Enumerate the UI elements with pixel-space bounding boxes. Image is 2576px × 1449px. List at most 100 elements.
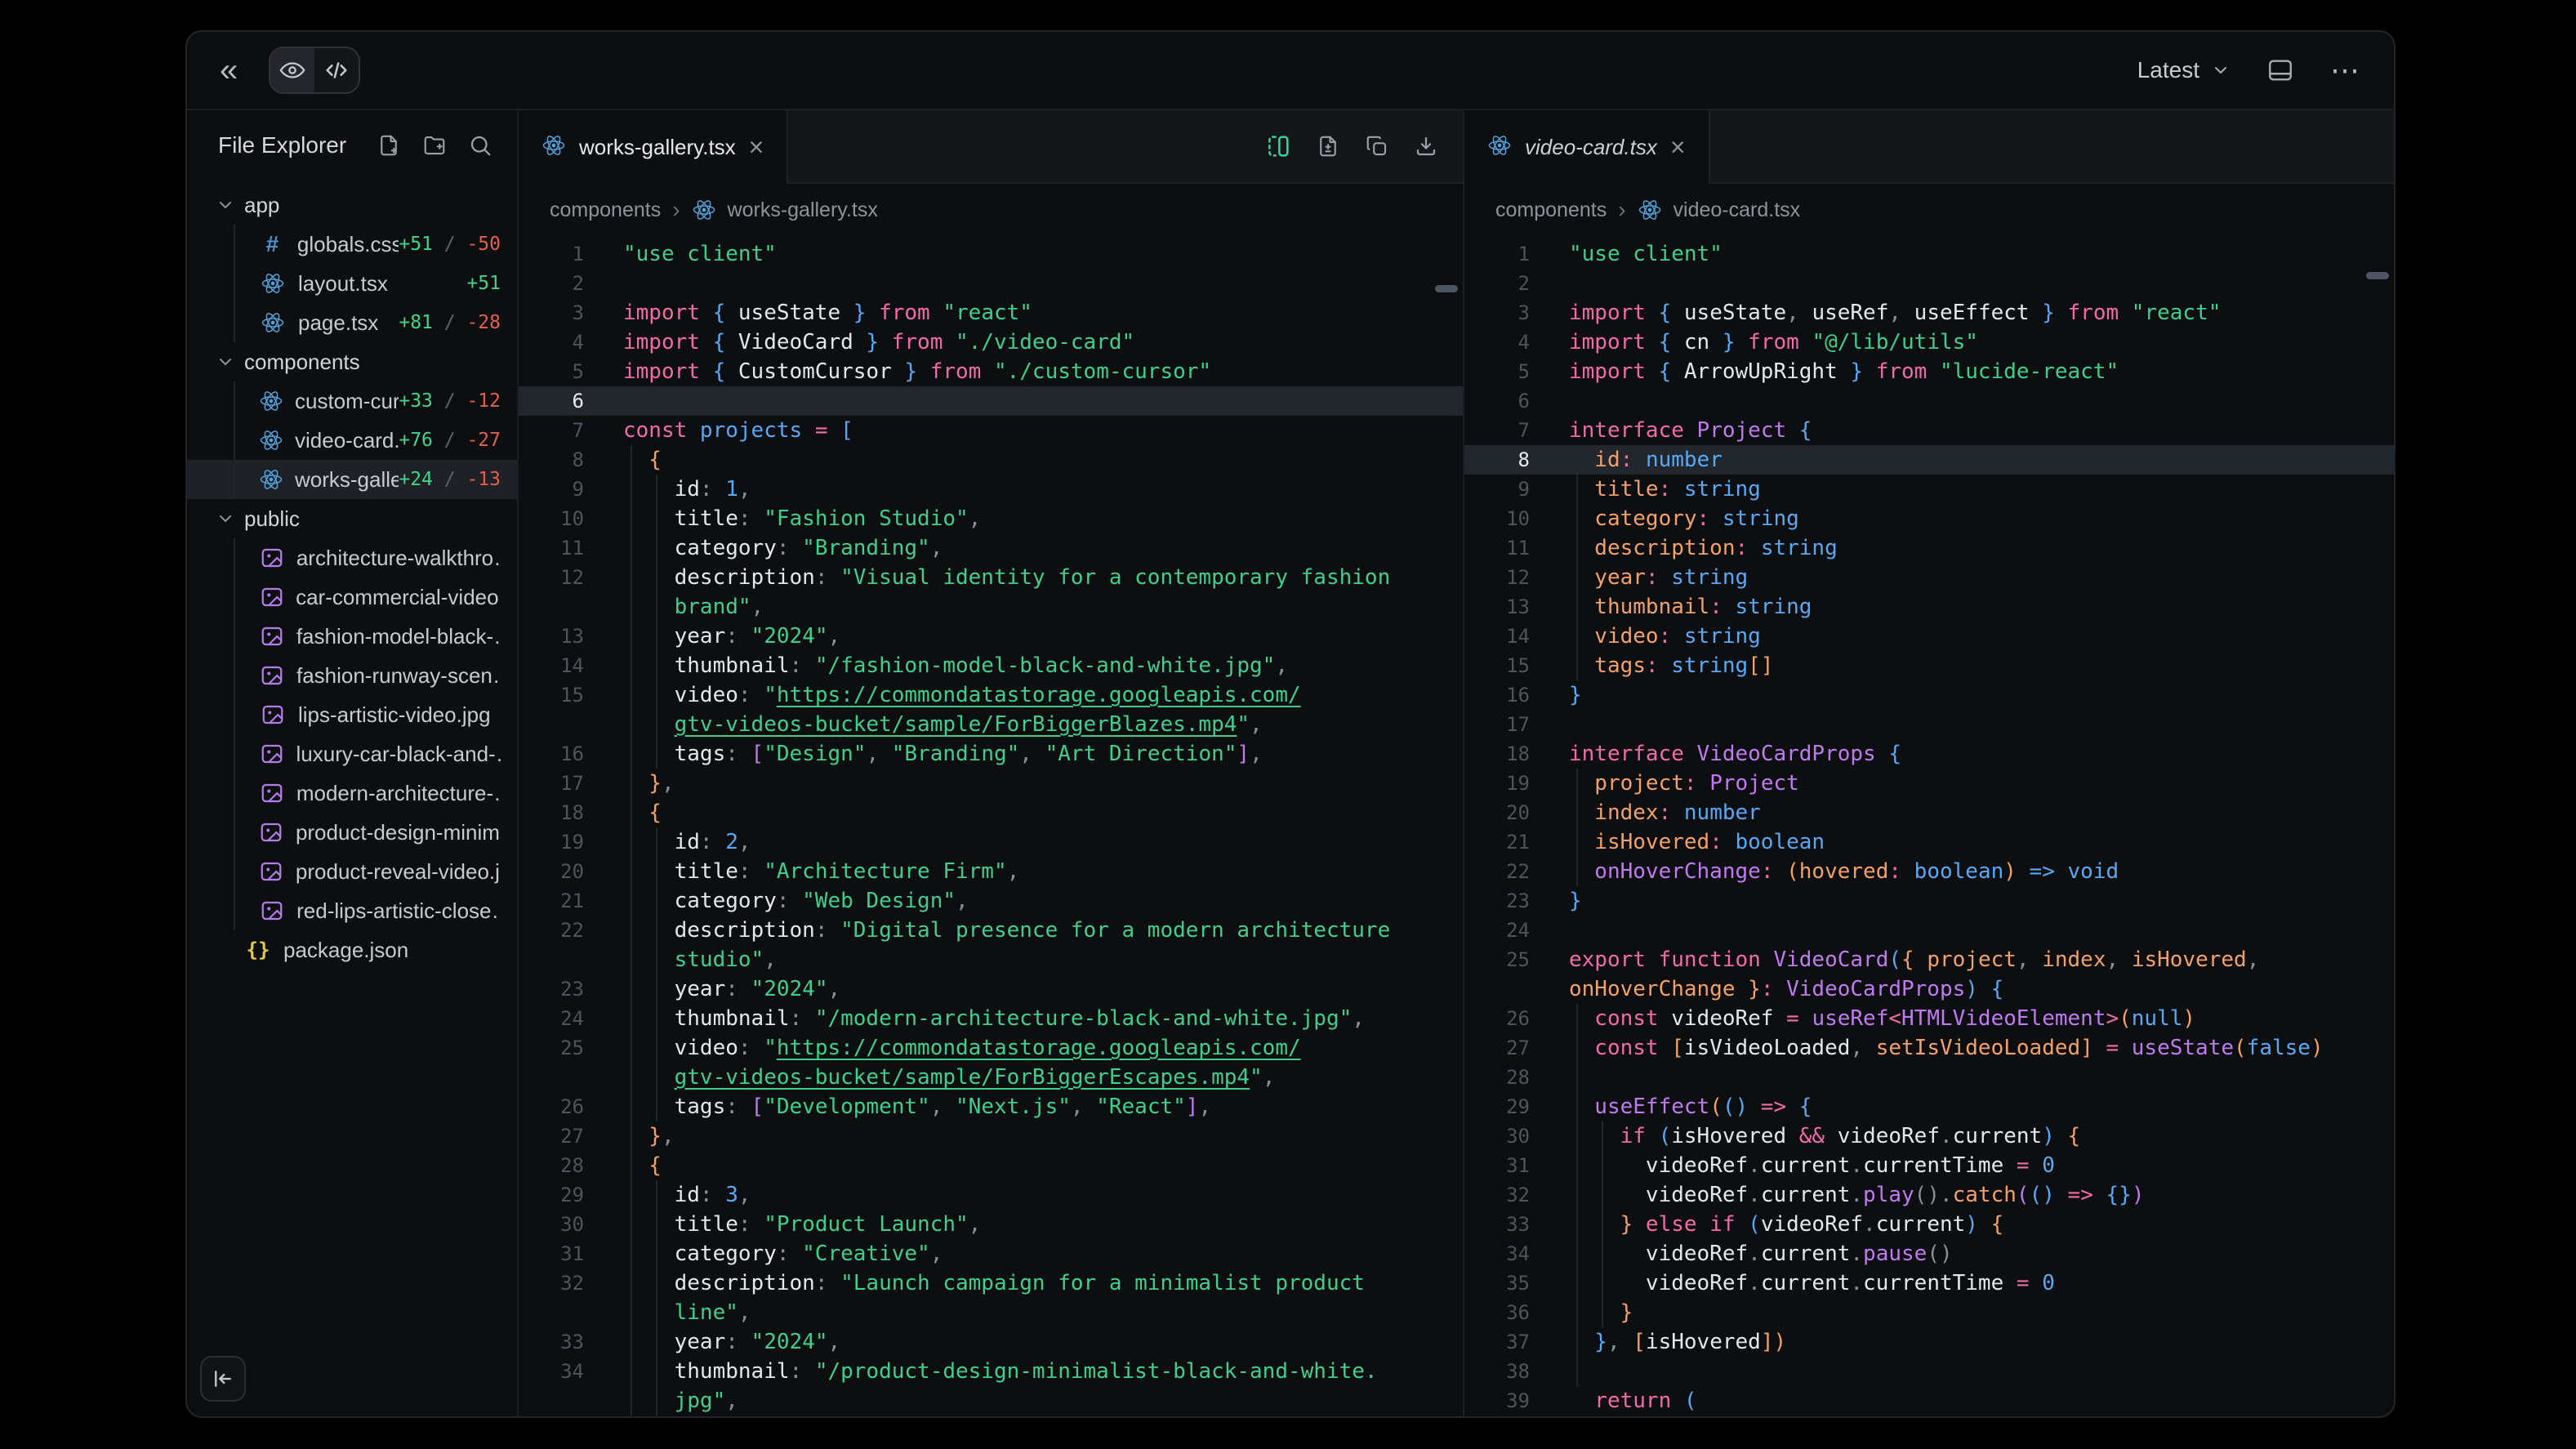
tree-file-video-card.tsx[interactable]: video-card.tsx+76 / -27 [187,421,517,460]
react-file-icon [259,271,287,296]
code-text: }, [isHovered]) [1530,1327,1786,1357]
tree-file-architecture-walkthro-[interactable]: architecture-walkthro… [187,538,517,577]
tree-file-page.tsx[interactable]: page.tsx+81 / -28 [187,303,517,342]
tree-item-label: works-galler… [295,467,399,493]
preview-eye-icon[interactable] [270,48,314,92]
code-line: 6 [1464,386,2394,416]
diff-stats: +51 [466,273,501,294]
new-file-icon[interactable] [377,133,401,158]
line-number: 8 [519,445,584,475]
collapse-panel-icon[interactable]: « [220,54,238,87]
line-number: 25 [519,1033,584,1063]
tab-actions [1265,110,1463,182]
more-options-icon[interactable]: ⋯ [2330,53,2361,87]
line-number: 23 [1464,886,1530,916]
line-number: 17 [519,769,584,798]
code-line: 7interface Project { [1464,416,2394,445]
code-line: 13 thumbnail: string [1464,592,2394,622]
line-number: 36 [1464,1298,1530,1327]
code-line: 26 tags: ["Development", "Next.js", "Rea… [519,1092,1463,1121]
line-number [519,592,584,622]
code-text: video: "https://commondatastorage.google… [584,680,1301,710]
code-line: 18 { [519,798,1463,827]
close-tab-icon[interactable]: × [1670,134,1686,160]
new-folder-icon[interactable] [422,133,447,158]
search-icon[interactable] [468,133,492,158]
chevron-down-icon[interactable] [213,195,238,215]
code-text: id: number [1530,445,1723,475]
arrow-to-line-icon [211,1367,235,1391]
chevron-down-icon [2211,60,2231,80]
react-file-icon [259,467,283,492]
code-line: 23 year: "2024", [519,974,1463,1004]
code-text: videoRef.current.currentTime = 0 [1530,1151,2055,1180]
tree-folder-public[interactable]: public [187,499,517,538]
chevron-down-icon[interactable] [213,509,238,528]
tree-file-car-commercial-video-[interactable]: car-commercial-video… [187,577,517,617]
tree-file-luxury-car-black-and-[interactable]: luxury-car-black-and-… [187,734,517,774]
code-line: 39 return ( [1464,1386,2394,1416]
tab-video-card.tsx[interactable]: video-card.tsx× [1464,110,1710,184]
scrollbar-thumb[interactable] [1435,285,1458,292]
code-line: 24 [1464,916,2394,945]
tree-folder-app[interactable]: app [187,185,517,225]
tab-bar: video-card.tsx× [1464,110,2394,184]
code-line: 25 video: "https://commondatastorage.goo… [519,1033,1463,1063]
tree-item-label: page.tsx [298,310,378,336]
image-file-icon [259,624,285,649]
tree-file-lips-artistic-video.jpg[interactable]: lips-artistic-video.jpg [187,695,517,734]
tree-file-red-lips-artistic-close-[interactable]: red-lips-artistic-close… [187,891,517,930]
code-editor[interactable]: 1"use client"23import { useState } from … [519,236,1463,1416]
scrollbar-thumb[interactable] [2366,272,2389,279]
breadcrumb-file[interactable]: video-card.tsx [1674,198,1801,222]
breadcrumb-file[interactable]: works-gallery.tsx [728,198,878,222]
tree-file-product-reveal-video.j-[interactable]: product-reveal-video.j… [187,852,517,891]
code-text: "use client" [1530,239,1723,269]
split-diff-icon[interactable] [1265,133,1291,159]
code-text: useEffect(() => { [1530,1092,1812,1121]
code-text: }, [584,769,675,798]
download-icon[interactable] [1414,134,1438,158]
image-file-icon [259,820,284,845]
tab-works-gallery.tsx[interactable]: works-gallery.tsx× [519,110,788,184]
tree-file-layout.tsx[interactable]: layout.tsx+51 [187,264,517,303]
line-number: 18 [1464,739,1530,769]
tree-file-custom-curs-[interactable]: custom-curs…+33 / -12 [187,381,517,421]
collapse-sidebar-button[interactable] [200,1356,246,1402]
breadcrumb-folder[interactable]: components [550,198,661,222]
code-line: 37 }, [isHovered]) [1464,1327,2394,1357]
line-number: 38 [1464,1357,1530,1386]
code-line: 21 isHovered: boolean [1464,827,2394,857]
code-text: thumbnail: string [1530,592,1812,622]
line-number [519,1386,584,1416]
tree-file-works-galler-[interactable]: works-galler…+24 / -13 [187,460,517,499]
tree-file-modern-architecture-[interactable]: modern-architecture-… [187,774,517,813]
tree-file-globals.css[interactable]: #globals.css+51 / -50 [187,225,517,264]
file-explorer-sidebar: File Explorer app#globals.css+51 / -50la… [187,110,519,1416]
tree-file-package.json[interactable]: {}package.json [187,930,517,970]
close-tab-icon[interactable]: × [749,134,764,160]
line-number: 5 [1464,357,1530,386]
breadcrumb-folder[interactable]: components [1495,198,1607,222]
code-line: 3import { useState, useRef, useEffect } … [1464,298,2394,328]
panel-layout-icon[interactable] [2266,56,2294,84]
tree-file-fashion-model-black-[interactable]: fashion-model-black-… [187,617,517,656]
tree-folder-components[interactable]: components [187,342,517,381]
copy-icon[interactable] [1365,134,1389,158]
file-plus-minus-icon[interactable] [1316,134,1340,158]
chevron-down-icon[interactable] [213,352,238,372]
line-number: 27 [519,1121,584,1151]
code-text: studio", [584,945,777,974]
tree-file-fashion-runway-scen-[interactable]: fashion-runway-scen… [187,656,517,695]
tree-file-product-design-minim-[interactable]: product-design-minim… [187,813,517,852]
code-editor[interactable]: 1"use client"23import { useState, useRef… [1464,236,2394,1416]
tree-item-label: custom-curs… [295,389,399,414]
code-text: thumbnail: "/fashion-model-black-and-whi… [584,651,1288,680]
version-dropdown[interactable]: Latest [2137,57,2231,83]
code-line: 13 year: "2024", [519,622,1463,651]
tree-item-label: package.json [283,938,408,963]
line-number: 30 [519,1210,584,1239]
code-line: 31 videoRef.current.currentTime = 0 [1464,1151,2394,1180]
code-line: 28 { [519,1151,1463,1180]
code-view-icon[interactable] [314,48,359,92]
